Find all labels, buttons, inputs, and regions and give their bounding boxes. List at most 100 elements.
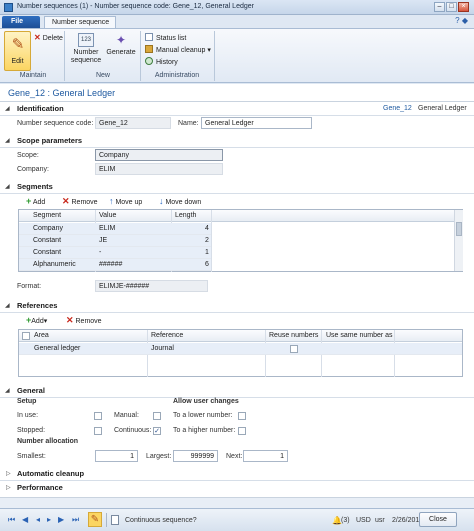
group-separator (140, 31, 141, 81)
next-record-icon[interactable]: ▸ (47, 515, 51, 524)
number-sequence-label: Number sequence (70, 49, 102, 64)
section-label: General (17, 386, 45, 395)
column-header[interactable]: Reference (151, 332, 183, 339)
tab-number-sequence[interactable]: Number sequence (44, 16, 116, 28)
ribbon-tab-row: File Number sequence ? ◆ (0, 15, 474, 28)
section-references[interactable]: ◢ References (0, 300, 474, 313)
section-scope-parameters[interactable]: ◢ Scope parameters (0, 135, 474, 148)
name-field[interactable]: General Ledger (201, 117, 312, 129)
to-higher-label: To a higher number: (173, 427, 236, 434)
column-header[interactable]: Reuse numbers (269, 332, 318, 339)
delete-button[interactable]: ✕ Delete (34, 33, 63, 42)
close-window-button[interactable]: × (458, 2, 469, 12)
arrow-up-icon: ↑ (109, 196, 114, 206)
table-row[interactable]: Constant JE 2 (19, 235, 211, 247)
company-label: Company: (17, 166, 49, 173)
select-all-checkbox[interactable] (22, 332, 30, 340)
to-lower-label: To a lower number: (173, 412, 233, 419)
cell-length: 2 (205, 237, 209, 244)
column-header[interactable]: Value (99, 212, 116, 219)
previous-page-icon[interactable]: ◀ (22, 515, 28, 524)
allow-user-changes-heading: Allow user changes (173, 398, 239, 405)
scope-field[interactable]: Company (95, 149, 223, 161)
alert-count[interactable]: (3) (341, 517, 350, 524)
reuse-numbers-checkbox[interactable] (290, 345, 298, 353)
references-remove-button[interactable]: ✕ Remove (66, 315, 102, 326)
triangle-down-icon: ◢ (5, 138, 10, 144)
scrollbar[interactable] (454, 210, 463, 271)
table-row[interactable]: Alphanumeric ###### 6 (19, 259, 211, 271)
segments-remove-button[interactable]: ✕ Remove (62, 196, 98, 207)
chevron-down-icon: ▾ (205, 47, 211, 54)
table-row[interactable]: Constant - 1 (19, 247, 211, 259)
next-page-icon[interactable]: ▶ (58, 515, 64, 524)
section-label: References (17, 301, 58, 310)
edit-button[interactable]: ✎ Edit (4, 31, 31, 71)
code-field[interactable]: Gene_12 (95, 117, 171, 129)
section-general[interactable]: ◢ General (0, 385, 474, 398)
to-lower-checkbox[interactable] (238, 412, 246, 420)
edit-mode-icon[interactable]: ✎ (88, 512, 102, 527)
history-icon (145, 57, 153, 65)
breadcrumb-name: General Ledger (418, 105, 467, 112)
section-automatic-cleanup[interactable]: ▷ Automatic cleanup (0, 468, 474, 481)
section-label: Performance (17, 483, 63, 492)
last-record-icon[interactable]: ⏭ (72, 515, 79, 525)
to-higher-checkbox[interactable] (238, 427, 246, 435)
in-use-checkbox[interactable] (94, 412, 102, 420)
continuous-checkbox[interactable]: ✓ (153, 427, 161, 435)
administration-group-label: Administration (154, 72, 200, 79)
document-icon[interactable] (111, 515, 119, 525)
triangle-right-icon: ▷ (6, 485, 11, 491)
triangle-down-icon: ◢ (5, 303, 10, 309)
number-sequence-button[interactable]: 123 Number sequence (70, 33, 102, 65)
segments-add-button[interactable]: + Add (26, 196, 45, 206)
move-up-button[interactable]: ↑ Move up (109, 196, 142, 206)
previous-record-icon[interactable]: ◂ (36, 515, 40, 524)
column-header[interactable]: Area (34, 332, 49, 339)
grid-header: Segment Value Length (19, 210, 454, 222)
wand-icon: ✦ (115, 33, 127, 47)
largest-field[interactable]: 999999 (173, 450, 218, 462)
manual-cleanup-button[interactable]: Manual cleanup ▾ (145, 45, 211, 54)
column-header[interactable]: Segment (33, 212, 61, 219)
company-field[interactable]: ELIM (95, 163, 223, 175)
table-row[interactable]: Company ELIM 4 (19, 223, 211, 235)
cleanup-icon (145, 45, 153, 53)
cell-value: JE (99, 237, 108, 244)
section-performance[interactable]: ▷ Performance (0, 482, 474, 495)
delete-label: Delete (42, 35, 63, 42)
stopped-checkbox[interactable] (94, 427, 102, 435)
chevron-down-icon: ▾ (43, 318, 48, 325)
manual-checkbox[interactable] (153, 412, 161, 420)
column-header[interactable]: Length (175, 212, 196, 219)
breadcrumb-code[interactable]: Gene_12 (383, 105, 412, 112)
add-label: Add (32, 199, 46, 206)
column-header[interactable]: Use same number as (326, 332, 393, 339)
triangle-down-icon: ◢ (5, 388, 10, 394)
move-down-label: Move down (165, 199, 202, 206)
references-add-button[interactable]: +Add▾ (26, 315, 47, 325)
section-segments[interactable]: ◢ Segments (0, 181, 474, 194)
file-tab[interactable]: File (2, 16, 40, 28)
manual-cleanup-label: Manual cleanup (156, 47, 206, 54)
scrollbar-thumb[interactable] (456, 222, 462, 236)
next-field[interactable]: 1 (243, 450, 288, 462)
move-down-button[interactable]: ↓ Move down (159, 196, 201, 206)
remove-label: Remove (71, 199, 98, 206)
form-area: Gene_12 : General Ledger ◢ Identificatio… (0, 84, 474, 497)
minimize-button[interactable]: – (434, 2, 445, 12)
generate-button[interactable]: ✦ Generate (105, 33, 137, 57)
smallest-field[interactable]: 1 (95, 450, 138, 462)
first-record-icon[interactable]: ⏮ (8, 515, 15, 525)
app-icon (4, 3, 13, 12)
maximize-button[interactable]: □ (446, 2, 457, 12)
status-bar: ⏮ ◀ ◂ ▸ ▶ ⏭ ✎ Continuous sequence? 🔔 (3)… (0, 508, 474, 531)
currency[interactable]: USD (356, 517, 371, 524)
format-field[interactable]: ELIMJE-###### (95, 280, 208, 292)
table-row[interactable]: General ledger Journal (19, 343, 462, 355)
help-icon[interactable]: ? ◆ (455, 16, 468, 25)
close-button[interactable]: Close (419, 512, 457, 527)
history-button[interactable]: History (145, 57, 178, 66)
status-list-button[interactable]: Status list (145, 33, 186, 42)
